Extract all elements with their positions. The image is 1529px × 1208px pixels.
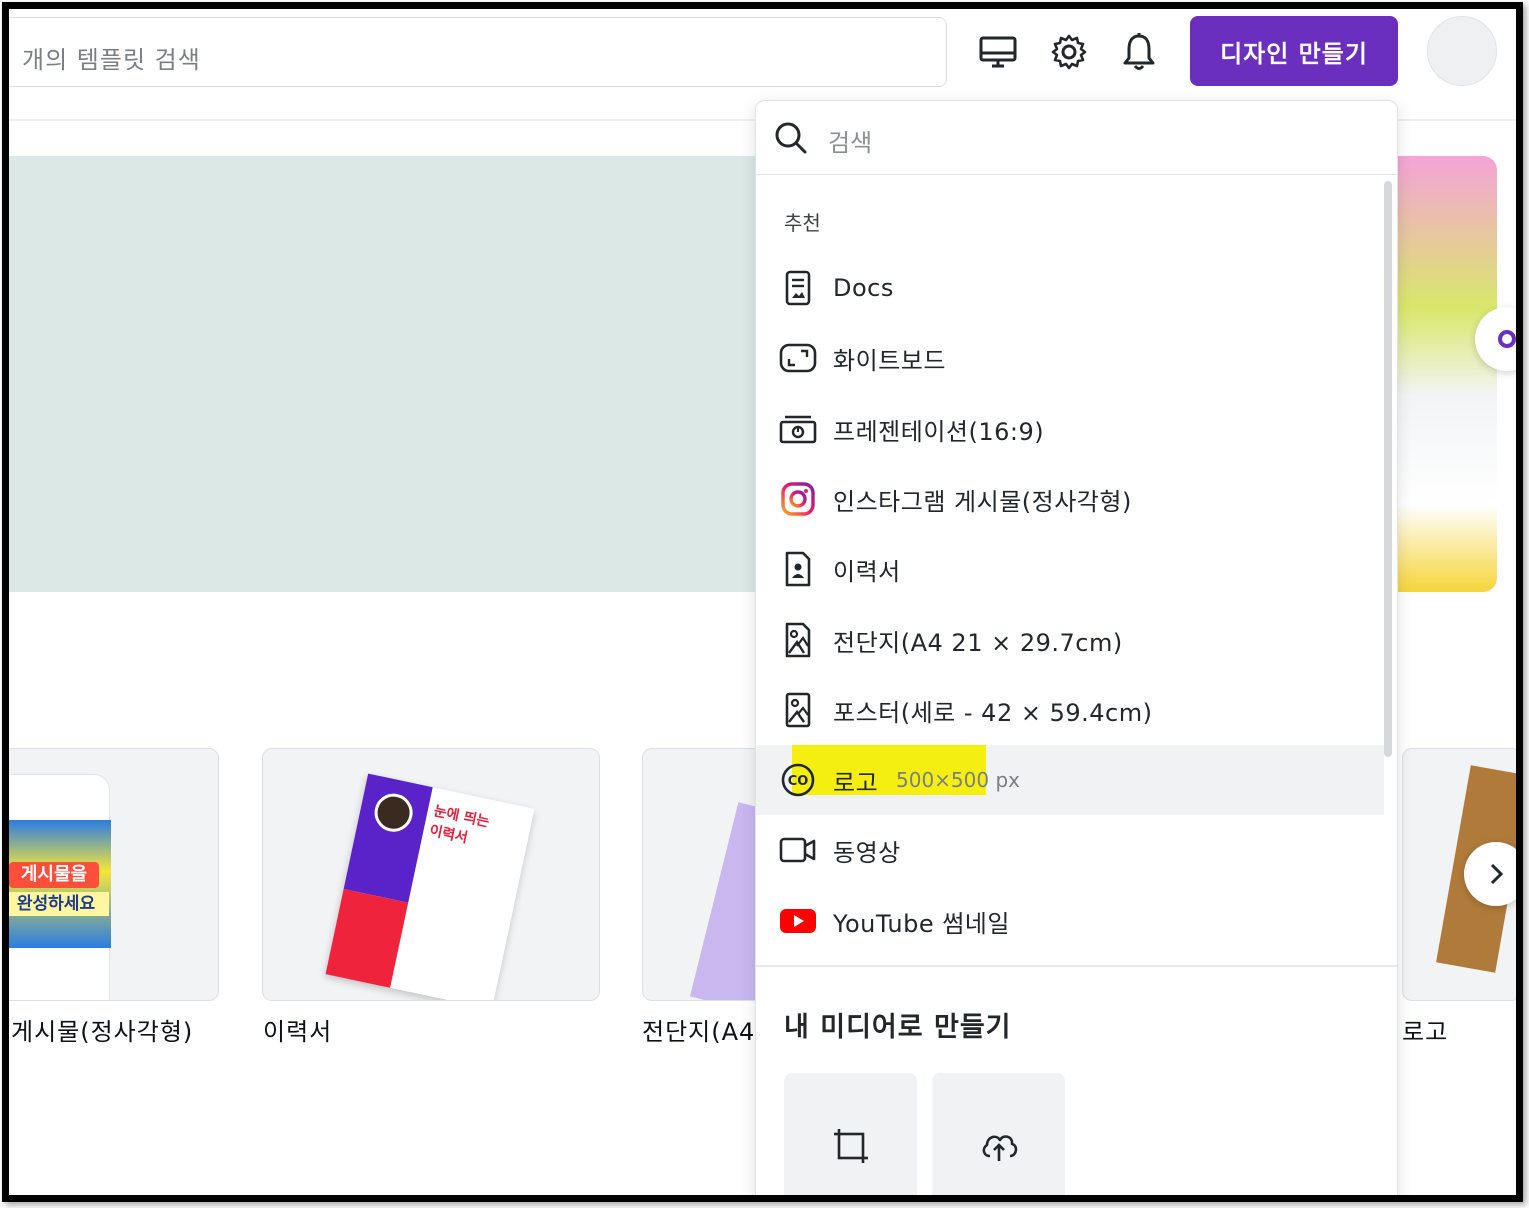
youtube-icon — [778, 902, 818, 940]
dropdown-item-video[interactable]: 동영상 — [756, 815, 1384, 885]
dropdown-divider — [756, 965, 1397, 967]
resume-photo — [371, 790, 417, 836]
template-card-resume[interactable]: 눈에 띄는 이력서 — [262, 748, 600, 1001]
card-label[interactable]: 로고 — [1402, 1012, 1448, 1047]
phone-mockup: 게시물을 완성하세요 — [9, 774, 111, 1000]
dropdown-item-dimensions: 500×500 px — [896, 768, 1020, 792]
card-label[interactable]: 게시물(정사각형) — [11, 1012, 193, 1047]
dropdown-item-label: 로고 — [833, 769, 879, 797]
design-type-search-placeholder: 검색 — [828, 129, 873, 157]
svg-text:CO: CO — [788, 774, 809, 789]
phone-image: 게시물을 완성하세요 — [9, 820, 111, 948]
upload-cloud-icon — [979, 1128, 1019, 1168]
card-label[interactable]: 이력서 — [263, 1012, 332, 1047]
dropdown-scrollbar[interactable] — [1384, 181, 1392, 757]
docs-icon — [778, 269, 818, 307]
upload-media-button[interactable] — [932, 1073, 1065, 1195]
gear-icon[interactable] — [1048, 31, 1090, 73]
logo-icon: CO — [778, 761, 818, 799]
resume-icon — [778, 550, 818, 588]
card-image-text: 게시물을 — [9, 862, 99, 888]
resume-sidebar-bottom — [325, 888, 409, 988]
flyer-icon — [778, 621, 818, 659]
dropdown-item-label: 이력서 — [833, 557, 901, 586]
template-search-placeholder: 개의 템플릿 검색 — [22, 46, 201, 74]
next-arrow-button[interactable] — [1464, 842, 1516, 906]
create-design-dropdown: 검색 추천 Docs 화이트보드 프레젠테이션(16:9) 인스타그램 게시물(… — [755, 100, 1398, 1195]
create-design-button[interactable]: 디자인 만들기 — [1190, 16, 1398, 86]
custom-size-button[interactable] — [784, 1073, 917, 1195]
dropdown-item-whiteboard[interactable]: 화이트보드 — [756, 323, 1384, 393]
chevron-right-icon — [1490, 863, 1504, 885]
card-image-text: 완성하세요 — [9, 892, 109, 916]
dropdown-item-poster[interactable]: 포스터(세로 - 42 × 59.4cm) — [756, 675, 1384, 745]
avatar[interactable] — [1427, 16, 1497, 86]
dropdown-item-label: 포스터(세로 - 42 × 59.4cm) — [833, 698, 1153, 727]
section-title-recommended: 추천 — [784, 211, 821, 235]
desktop-app-icon[interactable] — [977, 31, 1019, 73]
video-icon — [778, 831, 818, 869]
dropdown-item-docs[interactable]: Docs — [756, 253, 1384, 323]
dropdown-item-label: 인스타그램 게시물(정사각형) — [833, 487, 1132, 516]
card-label[interactable]: 전단지(A4 — [642, 1012, 755, 1047]
bell-icon[interactable] — [1118, 31, 1160, 73]
resume-mockup: 눈에 띄는 이력서 — [325, 773, 535, 1000]
app-window: 개의 템플릿 검색 디자인 만들기 게시물을 완성하세요 게시물(정사각형) 눈… — [2, 2, 1523, 1202]
dropdown-item-label: Docs — [833, 274, 894, 302]
section-title-my-media: 내 미디어로 만들기 — [784, 1012, 1012, 1043]
dropdown-item-label: YouTube 썸네일 — [833, 909, 1010, 938]
search-icon — [774, 121, 808, 159]
resume-sidebar — [343, 773, 433, 903]
dropdown-item-label: 전단지(A4 21 × 29.7cm) — [833, 628, 1123, 657]
dropdown-item-flyer[interactable]: 전단지(A4 21 × 29.7cm) — [756, 605, 1384, 675]
hero-banner-preview[interactable] — [1397, 156, 1497, 592]
dropdown-item-resume[interactable]: 이력서 — [756, 534, 1384, 604]
instagram-icon — [778, 480, 818, 518]
dropdown-item-instagram[interactable]: 인스타그램 게시물(정사각형) — [756, 464, 1384, 534]
custom-size-icon — [831, 1126, 871, 1170]
dropdown-item-logo[interactable]: CO 로고 500×500 px — [756, 745, 1384, 815]
template-search-input[interactable]: 개의 템플릿 검색 — [9, 17, 947, 87]
hero-banner — [9, 156, 759, 592]
presentation-icon — [778, 410, 818, 448]
poster-icon — [778, 691, 818, 729]
dropdown-item-label: 프레젠테이션(16:9) — [833, 417, 1045, 446]
template-card-instagram[interactable]: 게시물을 완성하세요 — [9, 748, 219, 1001]
dropdown-item-youtube-thumbnail[interactable]: YouTube 썸네일 — [756, 886, 1384, 956]
dropdown-item-presentation[interactable]: 프레젠테이션(16:9) — [756, 394, 1384, 464]
dropdown-item-label: 화이트보드 — [833, 346, 946, 375]
whiteboard-icon — [778, 339, 818, 377]
dropdown-item-label: 동영상 — [833, 838, 901, 867]
design-type-search-input[interactable]: 검색 — [756, 101, 1397, 175]
